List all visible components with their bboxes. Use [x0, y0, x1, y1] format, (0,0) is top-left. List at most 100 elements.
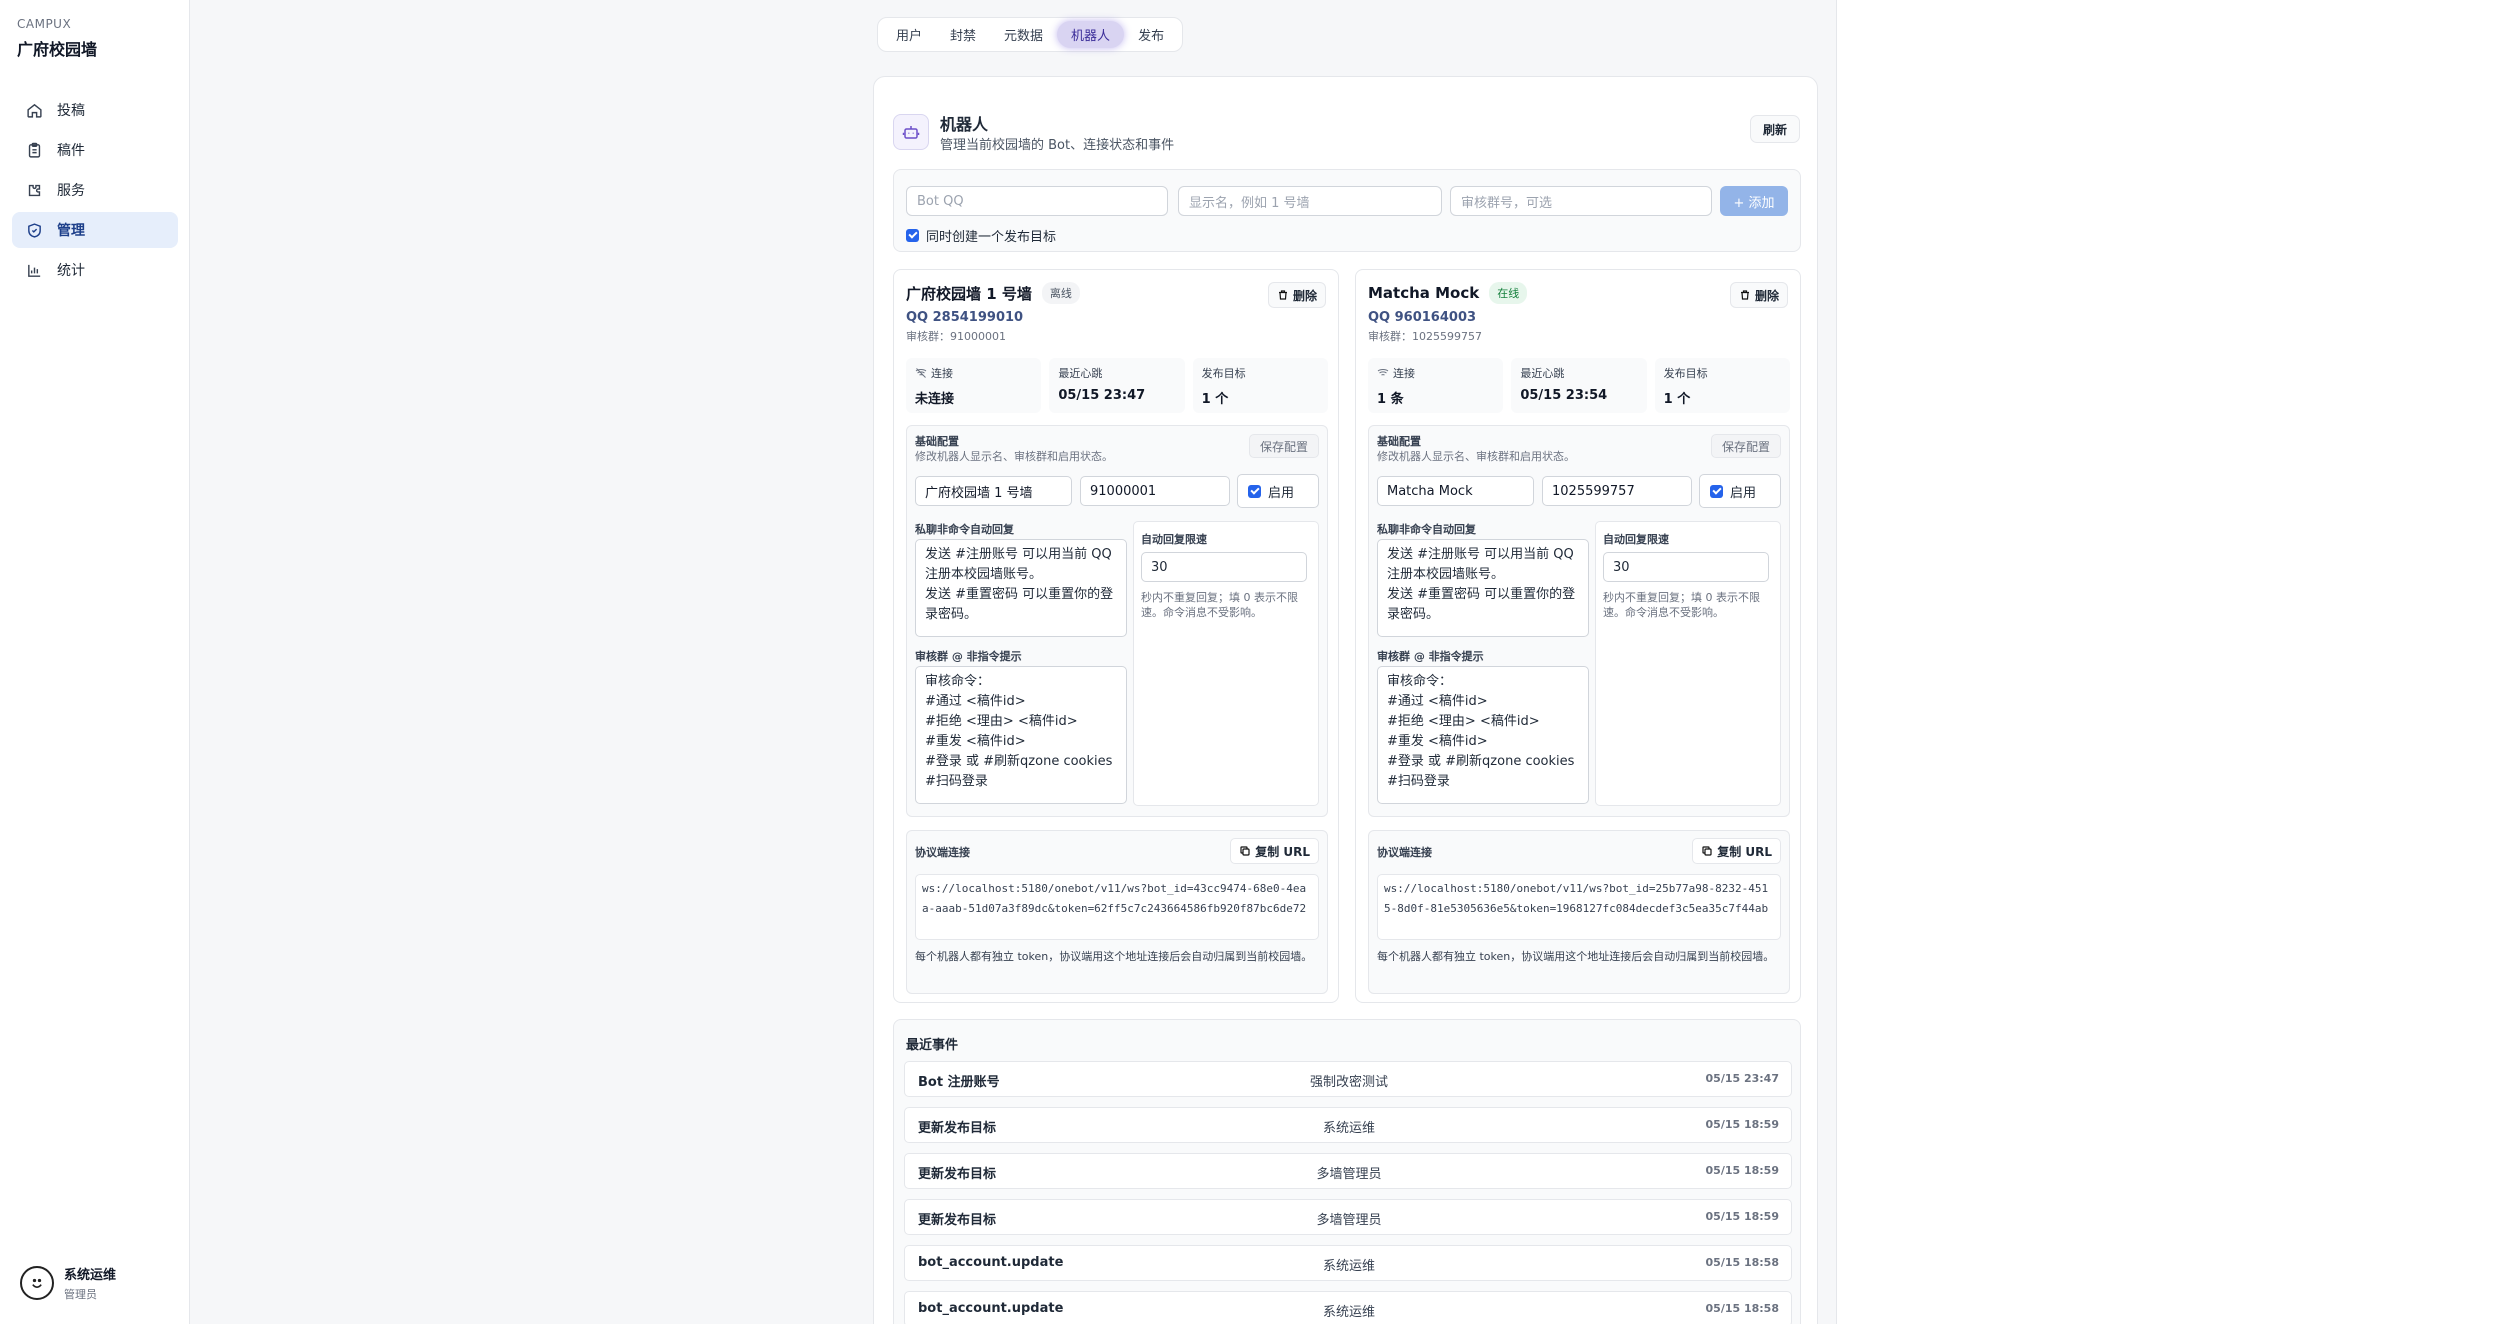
- enable-checkbox[interactable]: [1248, 484, 1261, 498]
- stat-heartbeat: 最近心跳 05/15 23:54: [1511, 358, 1647, 413]
- sidebar-item-posts[interactable]: 稿件: [12, 132, 178, 168]
- delete-label: 删除: [1292, 288, 1317, 303]
- sidebar-item-submit[interactable]: 投稿: [12, 92, 178, 128]
- sidebar-item-label: 投稿: [57, 103, 85, 119]
- sidebar-item-label: 稿件: [57, 143, 85, 159]
- right-panel-edge: [1836, 0, 2507, 1324]
- stat-value: 05/15 23:47: [1058, 388, 1146, 403]
- group-hint-label: 审核群 @ 非指令提示: [1377, 650, 1484, 663]
- bot-name: 广府校园墙 1 号墙: [906, 284, 1032, 303]
- copy-url-button[interactable]: 复制 URL: [1230, 838, 1319, 864]
- bot-name-input[interactable]: 显示名，例如 1 号墙: [1178, 186, 1442, 216]
- bot-qq-input[interactable]: Bot QQ: [906, 186, 1168, 216]
- tab-bans[interactable]: 封禁: [936, 21, 990, 48]
- create-target-checkbox[interactable]: [906, 229, 919, 242]
- review-group-field[interactable]: 91000001: [1080, 476, 1230, 506]
- refresh-button[interactable]: 刷新: [1749, 115, 1800, 143]
- tab-bots[interactable]: 机器人: [1057, 21, 1125, 48]
- sidebar-item-label: 统计: [57, 263, 85, 279]
- enable-toggle[interactable]: 启用: [1699, 474, 1781, 508]
- stat-label-row: 连接: [915, 365, 1032, 381]
- bot-name-field[interactable]: Matcha Mock: [1377, 476, 1534, 506]
- stat-label: 最近心跳: [1520, 367, 1565, 380]
- event-actor: 系统运维: [1322, 1121, 1375, 1136]
- rate-limit-label: 自动回复限速: [1141, 533, 1207, 546]
- stat-targets: 发布目标 1 个: [1654, 358, 1790, 413]
- group-hint-textarea[interactable]: 审核命令： #通过 <稿件id> #拒绝 <理由> <稿件id> #重发 <稿件…: [1377, 666, 1589, 804]
- delete-bot-button[interactable]: 删除: [1729, 282, 1788, 308]
- tab-metadata[interactable]: 元数据: [990, 21, 1057, 48]
- event-name: Bot 注册账号: [918, 1075, 1000, 1090]
- sidebar-item-stats[interactable]: 统计: [12, 252, 178, 288]
- save-config-button[interactable]: 保存配置: [1710, 434, 1781, 458]
- rate-limit-input[interactable]: 30: [1141, 552, 1307, 582]
- stat-label: 发布目标: [1201, 367, 1246, 380]
- enable-toggle[interactable]: 启用: [1237, 474, 1319, 508]
- event-row: 系统运维 bot_account.update 05/15 18:58: [904, 1245, 1792, 1281]
- event-actor: 多墙管理员: [1316, 1167, 1382, 1182]
- rate-limit-hint: 秒内不重复回复；填 0 表示不限速。命令消息不受影响。: [1603, 591, 1760, 619]
- create-target-checkbox-row[interactable]: 同时创建一个发布目标: [906, 226, 1056, 245]
- event-actor: 多墙管理员: [1316, 1213, 1382, 1228]
- user-role: 管理员: [64, 1288, 97, 1301]
- event-name: 更新发布目标: [918, 1213, 997, 1228]
- page-title: 机器人: [940, 115, 989, 134]
- event-actor: 强制改密测试: [1309, 1075, 1388, 1090]
- copy-url-button[interactable]: 复制 URL: [1692, 838, 1781, 864]
- create-target-label: 同时创建一个发布目标: [926, 230, 1057, 245]
- brand-title: 广府校园墙: [17, 40, 98, 59]
- stat-label-row: 连接: [1377, 365, 1494, 381]
- stat-value: 05/15 23:54: [1520, 388, 1608, 403]
- private-reply-label: 私聊非命令自动回复: [1377, 523, 1476, 536]
- save-config-button[interactable]: 保存配置: [1248, 434, 1319, 458]
- config-subtitle: 修改机器人显示名、审核群和启用状态。: [1377, 450, 1575, 463]
- protocol-hint: 每个机器人都有独立 token，协议端用这个地址连接后会自动归属到当前校园墙。: [1377, 950, 1775, 963]
- rate-limit-input[interactable]: 30: [1603, 552, 1769, 582]
- trash-icon: [1278, 290, 1287, 300]
- copy-icon: [1702, 846, 1712, 856]
- config-subtitle: 修改机器人显示名、审核群和启用状态。: [915, 450, 1113, 463]
- stat-value: 1 条: [1377, 392, 1404, 407]
- stat-value: 1 个: [1663, 392, 1691, 407]
- event-name: 更新发布目标: [918, 1121, 997, 1136]
- private-reply-textarea[interactable]: 发送 #注册账号 可以用当前 QQ 注册本校园墙账号。 发送 #重置密码 可以重…: [1377, 539, 1589, 637]
- event-time: 05/15 23:47: [1705, 1072, 1779, 1085]
- stat-connection: 连接 未连接: [906, 358, 1042, 413]
- delete-bot-button[interactable]: 删除: [1267, 282, 1326, 308]
- wifi-icon: [1377, 369, 1389, 376]
- bot-card: Matcha Mock 在线 删除 QQ 960164003 审核群：10255…: [1355, 269, 1801, 1003]
- enable-label: 启用: [1268, 485, 1295, 501]
- event-name: bot_account.update: [918, 1301, 1064, 1316]
- bot-name-field[interactable]: 广府校园墙 1 号墙: [915, 476, 1072, 506]
- protocol-connection: 协议端连接 复制 URL ws://localhost:5180/onebot/…: [906, 830, 1328, 994]
- stat-label: 连接: [1393, 367, 1415, 380]
- event-time: 05/15 18:59: [1705, 1210, 1779, 1223]
- sidebar-item-label: 服务: [57, 183, 85, 199]
- sidebar-item-services[interactable]: 服务: [12, 172, 178, 208]
- user-profile[interactable]: 系统运维 管理员: [20, 1264, 116, 1302]
- event-time: 05/15 18:58: [1705, 1302, 1779, 1315]
- events-title: 最近事件: [906, 1038, 959, 1053]
- private-reply-textarea[interactable]: 发送 #注册账号 可以用当前 QQ 注册本校园墙账号。 发送 #重置密码 可以重…: [915, 539, 1127, 637]
- config-title: 基础配置: [915, 435, 959, 448]
- review-group-input[interactable]: 审核群号，可选: [1450, 186, 1712, 216]
- enable-checkbox[interactable]: [1710, 484, 1723, 498]
- event-row: 多墙管理员 更新发布目标 05/15 18:59: [904, 1153, 1792, 1189]
- user-name: 系统运维: [64, 1268, 117, 1283]
- sidebar: CAMPUX 广府校园墙 投稿 稿件 服务 管理 统计 系统运维 管理员: [0, 0, 190, 1324]
- review-group-field[interactable]: 1025599757: [1542, 476, 1692, 506]
- sidebar-nav: 投稿 稿件 服务 管理 统计: [12, 92, 178, 292]
- tab-users[interactable]: 用户: [882, 21, 936, 48]
- bot-qq: QQ 2854199010: [906, 310, 1024, 325]
- tab-publish[interactable]: 发布: [1124, 21, 1178, 48]
- protocol-url[interactable]: ws://localhost:5180/onebot/v11/ws?bot_id…: [915, 874, 1319, 940]
- sidebar-item-admin[interactable]: 管理: [12, 212, 178, 248]
- bot-name: Matcha Mock: [1368, 284, 1480, 302]
- config-title: 基础配置: [1377, 435, 1421, 448]
- protocol-hint: 每个机器人都有独立 token，协议端用这个地址连接后会自动归属到当前校园墙。: [915, 950, 1313, 963]
- group-hint-textarea[interactable]: 审核命令： #通过 <稿件id> #拒绝 <理由> <稿件id> #重发 <稿件…: [915, 666, 1127, 804]
- rate-limit-box: 自动回复限速 30 秒内不重复回复；填 0 表示不限速。命令消息不受影响。: [1595, 521, 1781, 806]
- copy-url-label: 复制 URL: [1717, 844, 1772, 859]
- add-bot-button[interactable]: + 添加: [1720, 186, 1788, 216]
- protocol-url[interactable]: ws://localhost:5180/onebot/v11/ws?bot_id…: [1377, 874, 1781, 940]
